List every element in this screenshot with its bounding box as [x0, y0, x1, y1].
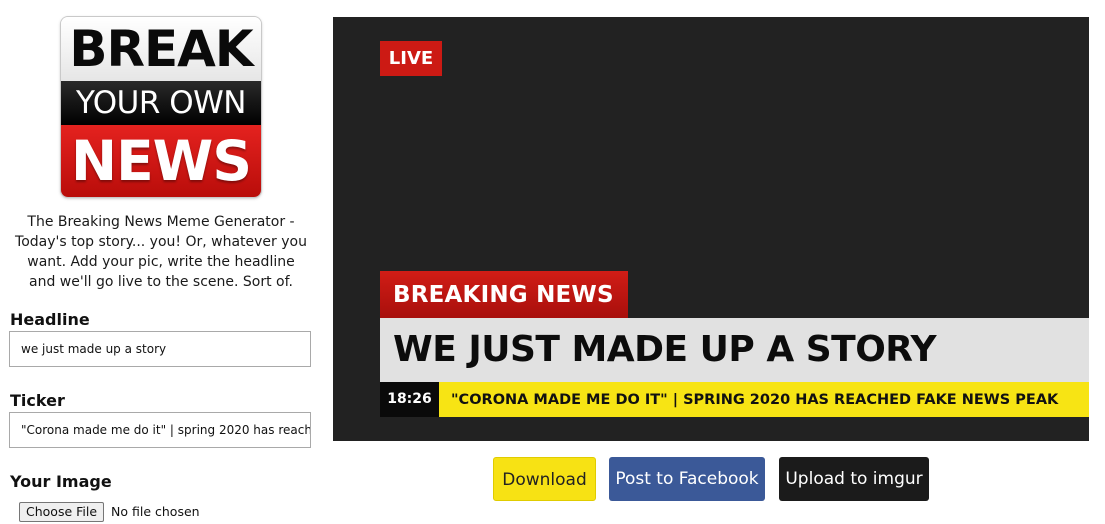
image-label: Your Image — [10, 472, 112, 491]
logo-line-news: NEWS — [61, 125, 261, 197]
breaking-news-banner: BREAKING NEWS — [380, 271, 628, 318]
break-your-own-news-logo: BREAK YOUR OWN NEWS — [61, 17, 261, 197]
site-description: The Breaking News Meme Generator - Today… — [15, 214, 307, 290]
headline-label: Headline — [10, 310, 90, 329]
file-picker: Choose File No file chosen — [19, 502, 200, 524]
download-button[interactable]: Download — [493, 457, 596, 501]
headline-bar: WE JUST MADE UP A STORY — [380, 318, 1089, 382]
ticker-bar: 18:26 "CORONA MADE ME DO IT" | SPRING 20… — [380, 382, 1089, 417]
news-preview-canvas: LIVE BREAKING NEWS WE JUST MADE UP A STO… — [333, 17, 1089, 441]
file-status-text: No file chosen — [111, 504, 200, 519]
ticker-text: "CORONA MADE ME DO IT" | SPRING 2020 HAS… — [451, 392, 1059, 408]
upload-to-imgur-button[interactable]: Upload to imgur — [779, 457, 929, 501]
logo-line-break: BREAK — [61, 17, 261, 81]
choose-file-button[interactable]: Choose File — [19, 502, 105, 522]
logo-line-your-own: YOUR OWN — [61, 81, 261, 125]
ticker-clock: 18:26 — [380, 382, 439, 417]
ticker-input[interactable]: "Corona made me do it" | spring 2020 has… — [9, 412, 311, 448]
post-to-facebook-button[interactable]: Post to Facebook — [609, 457, 765, 501]
headline-input[interactable]: we just made up a story — [9, 331, 311, 367]
ticker-label: Ticker — [10, 391, 65, 410]
live-badge: LIVE — [380, 41, 442, 76]
sidebar: BREAK YOUR OWN NEWS The Breaking News Me… — [0, 0, 320, 524]
